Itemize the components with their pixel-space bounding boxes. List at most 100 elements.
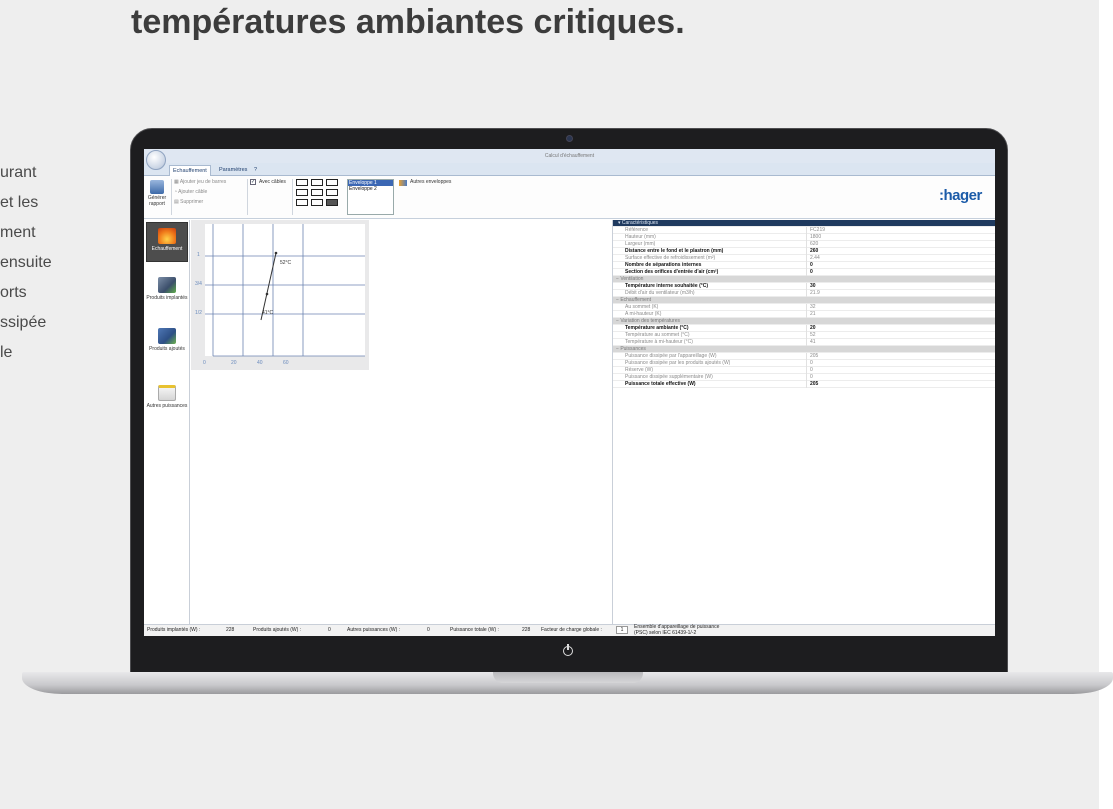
properties-section: − Variation des températures [613, 318, 995, 325]
property-label: Hauteur (mm) [625, 234, 656, 240]
y-tick-label: 3/4 [195, 281, 202, 287]
status-bar: Produits implantés (W) : 228 Produits aj… [144, 624, 995, 636]
sidebar-item-label: Echauffement [151, 246, 183, 252]
property-label: Puissance dissipée par les produits ajou… [625, 360, 731, 366]
enclosure-item[interactable]: Enveloppe 2 [348, 186, 393, 192]
enclosure-layout-icon[interactable] [326, 179, 338, 186]
enclosure-layout-icon[interactable] [311, 179, 323, 186]
add-cable-button[interactable]: ◔ Ajouter câble [174, 189, 207, 195]
property-label: Puissance dissipée par l'appareillage (W… [625, 353, 717, 359]
property-row: Puissance totale effective (W) 205 [613, 381, 995, 388]
property-value[interactable]: 0 [806, 360, 995, 367]
enclosure-layout-icon[interactable] [311, 189, 323, 196]
property-value[interactable]: 1800 [806, 234, 995, 241]
ribbon-divider [247, 179, 248, 215]
delete-button[interactable]: ▤ Supprimer [174, 199, 203, 205]
property-value[interactable]: 0 [806, 262, 995, 269]
property-value[interactable]: 0 [806, 367, 995, 374]
other-enclosures-button[interactable]: Autres enveloppes [410, 179, 451, 185]
app-menu-button[interactable] [146, 150, 166, 170]
sidebar: Echauffement Produits implantés Produits… [144, 220, 190, 624]
property-row: Référence FC219 [613, 227, 995, 234]
enclosure-layout-icon[interactable] [311, 199, 323, 206]
y-tick-label: 1 [197, 252, 200, 258]
property-label: Puissance dissipée supplémentaire (W) [625, 374, 713, 380]
property-row: Puissance dissipée par les produits ajou… [613, 360, 995, 367]
sidebar-item-produits-implantes[interactable]: Produits implantés [146, 272, 188, 301]
property-label: Référence [625, 227, 649, 233]
property-label: Température interne souhaitée (°C) [625, 283, 709, 289]
property-value[interactable]: 0 [806, 269, 995, 276]
add-cable-label: Ajouter câble [178, 189, 208, 195]
paragraph-line: orts [0, 284, 27, 301]
properties-section: − Puissances [613, 346, 995, 353]
paragraph-line: ssipée [0, 314, 47, 331]
enclosure-layout-icon[interactable] [296, 179, 308, 186]
property-value[interactable]: 21 [806, 311, 995, 318]
property-value[interactable]: 205 [806, 353, 995, 360]
property-value[interactable]: 30 [806, 283, 995, 290]
property-label: Puissance totale effective (W) [625, 381, 696, 387]
enclosure-layout-icon[interactable] [296, 199, 308, 206]
delete-label: Supprimer [180, 199, 204, 205]
property-value[interactable]: 21.9 [806, 290, 995, 297]
property-value[interactable]: 620 [806, 241, 995, 248]
property-value[interactable]: 0 [806, 374, 995, 381]
property-value[interactable]: 20 [806, 325, 995, 332]
sidebar-item-echauffement[interactable]: Echauffement [146, 222, 188, 262]
properties-section: − Echauffement [613, 297, 995, 304]
sidebar-item-label: Produits ajoutés [149, 346, 185, 352]
property-label: Débit d'air du ventilateur (m3/h) [625, 290, 695, 296]
status-total-value: 228 [522, 627, 531, 633]
tab-help[interactable]: ? [251, 165, 260, 176]
paragraph-line: ment [0, 224, 36, 241]
temperature-plot [205, 224, 365, 357]
property-value[interactable]: 205 [806, 381, 995, 388]
status-implanted-label: Produits implantés (W) : [147, 627, 201, 633]
chart-annotation: 41°C [262, 310, 274, 316]
status-implanted-value: 228 [226, 627, 235, 633]
section-label: Echauffement [620, 297, 652, 303]
window-title: Calcul d'échauffement [544, 153, 595, 159]
paragraph-line: le [0, 344, 13, 361]
add-busbar-button[interactable]: ▦ Ajouter jeu de barres [174, 179, 226, 185]
sidebar-item-autres-puissances[interactable]: Autres puissances [146, 380, 188, 409]
enclosure-layout-icon[interactable] [326, 199, 338, 206]
tab-echauffement[interactable]: Echauffement [169, 165, 211, 176]
ribbon-divider [292, 179, 293, 215]
property-row: Température à mi-hauteur (°C) 41 [613, 339, 995, 346]
property-value[interactable]: 52 [806, 332, 995, 339]
with-cables-label: Avec câbles [259, 179, 286, 185]
status-added-value: 0 [328, 627, 331, 633]
property-row: Surface effective de refroidissement (m²… [613, 255, 995, 262]
paragraph-line: et les [0, 194, 39, 211]
camera-icon [566, 135, 573, 142]
sidebar-item-produits-ajoutes[interactable]: Produits ajoutés [146, 323, 188, 352]
other-enclosures-icon[interactable] [399, 180, 407, 186]
property-value[interactable]: 32 [806, 304, 995, 311]
property-value[interactable]: 260 [806, 248, 995, 255]
standard-line-2: (PSC) selon IEC 61439-1/-2 [634, 629, 697, 636]
property-value[interactable]: 41 [806, 339, 995, 346]
properties-section: − Ventilation [613, 276, 995, 283]
sidebar-item-label: Produits implantés [146, 295, 188, 301]
left-paragraph: urant et les ment ensuite orts ssipée le [0, 158, 90, 368]
tab-parametres[interactable]: Paramètres [216, 165, 250, 176]
status-other-label: Autres puissances (W) : [347, 627, 401, 633]
enclosure-layout-icon[interactable] [326, 189, 338, 196]
flame-icon [158, 228, 176, 244]
headline: températures ambiantes critiques. [131, 3, 685, 41]
property-label: Section des orifices d'entrée d'air (cm²… [625, 269, 719, 275]
status-factor-label: Facteur de charge globale : [541, 627, 602, 633]
property-label: Au sommet (K) [625, 304, 659, 310]
property-row: Nombre de séparations internes 0 [613, 262, 995, 269]
report-icon[interactable] [150, 180, 164, 194]
with-cables-checkbox[interactable]: ✓ [250, 179, 256, 185]
generate-report-button[interactable]: Générer rapport [144, 195, 170, 207]
window-titlebar: Calcul d'échauffement [144, 149, 995, 163]
enclosure-list[interactable]: Enveloppe 1 Enveloppe 2 [347, 179, 394, 215]
enclosure-layout-icon[interactable] [296, 189, 308, 196]
load-factor-input[interactable]: 1 [616, 626, 628, 634]
property-value[interactable]: 2.44 [806, 255, 995, 262]
property-value[interactable]: FC219 [806, 227, 995, 234]
